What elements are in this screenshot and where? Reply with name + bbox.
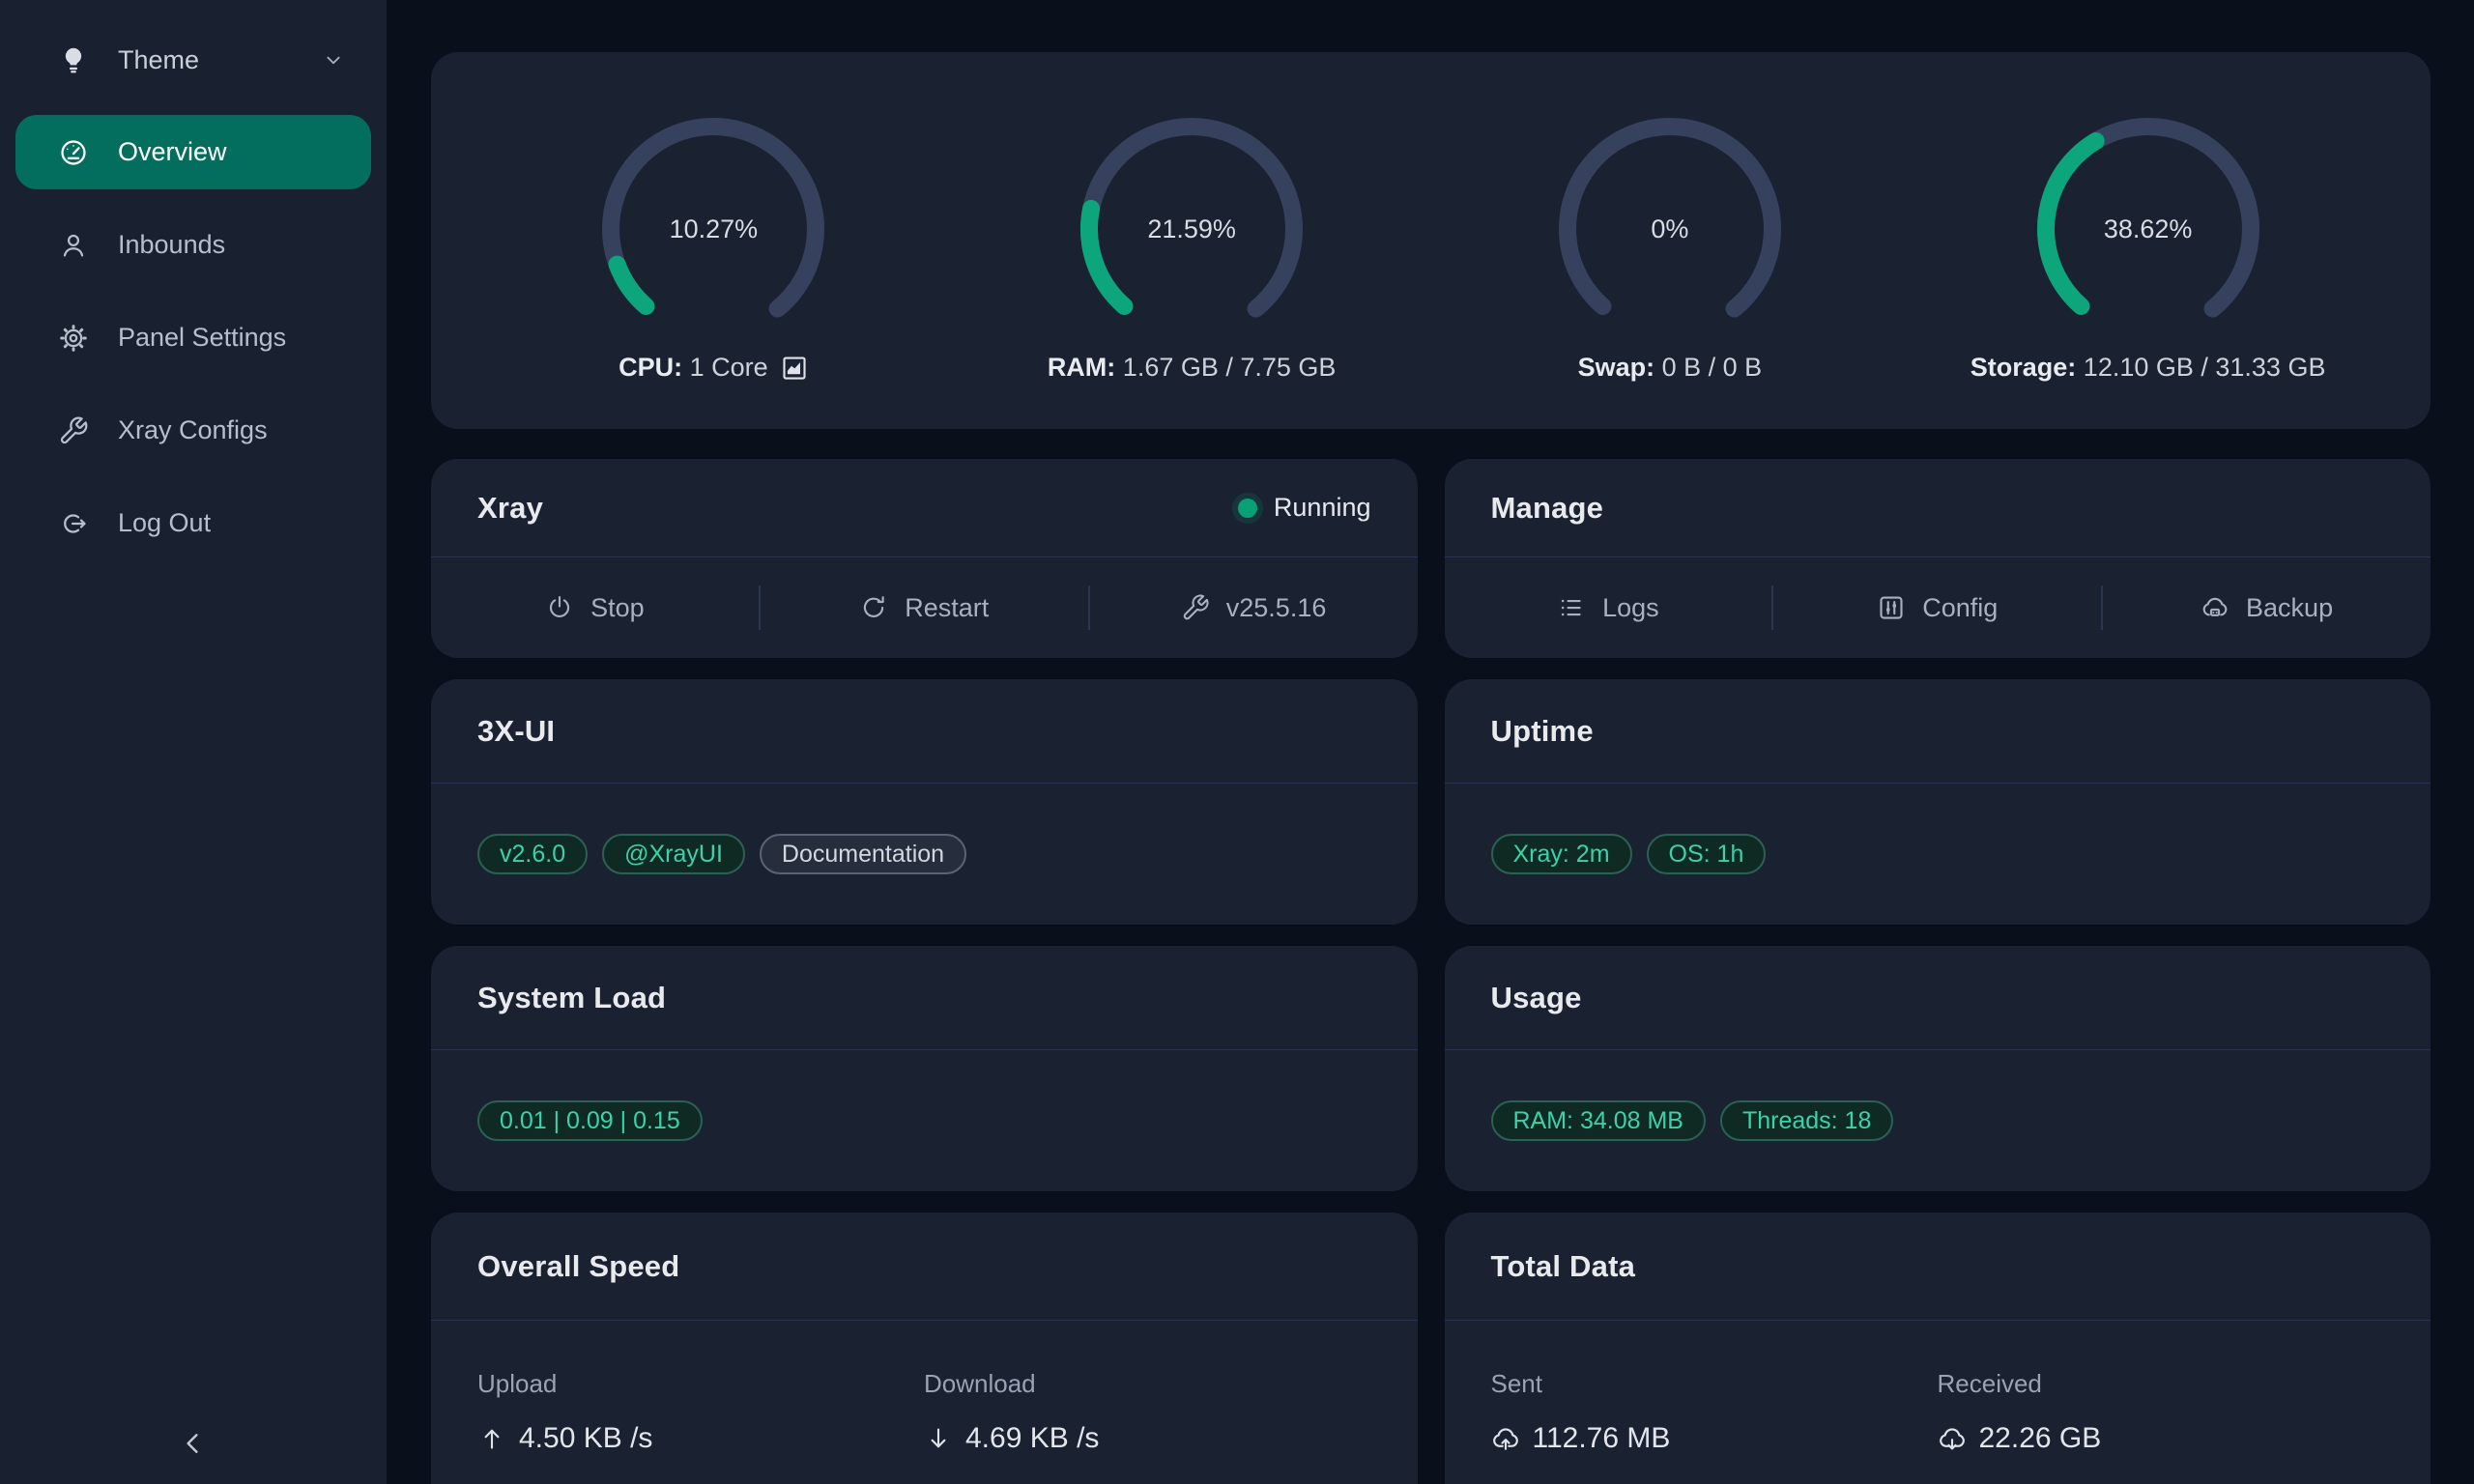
xui-card: 3X-UI v2.6.0 @XrayUI Documentation — [431, 679, 1418, 925]
area-chart-icon[interactable] — [780, 354, 809, 383]
gauge-storage-percent: 38.62% — [2032, 113, 2264, 345]
manage-card-title: Manage — [1491, 491, 1604, 526]
chevron-down-icon — [321, 47, 346, 72]
xray-restart-button[interactable]: Restart — [761, 557, 1088, 658]
overall-speed-card: Overall Speed Upload 4.50 KB /s Download 4.… — [431, 1213, 1418, 1484]
arrow-up-icon — [477, 1424, 506, 1453]
xray-version-button[interactable]: v25.5.16 — [1090, 557, 1418, 658]
sidebar-item-label: Inbounds — [118, 230, 225, 260]
total-data-card-title: Total Data — [1491, 1249, 1636, 1284]
list-icon — [1557, 593, 1586, 622]
system-load-tag: 0.01 | 0.09 | 0.15 — [477, 1100, 703, 1141]
logout-icon — [58, 508, 89, 539]
sidebar-item-inbounds[interactable]: Inbounds — [15, 208, 371, 282]
stat-value: 112.76 MB — [1533, 1422, 1671, 1455]
manage-logs-button[interactable]: Logs — [1445, 557, 1772, 658]
dashboard-icon — [58, 137, 89, 168]
gauge-ram-percent: 21.59% — [1076, 113, 1308, 345]
chevron-left-icon — [177, 1427, 210, 1465]
sidebar-nav: Overview Inbounds Panel Settings Xray Confi… — [0, 115, 387, 560]
xray-stop-button[interactable]: Stop — [431, 557, 759, 658]
action-label: Stop — [590, 593, 645, 623]
gear-icon — [58, 323, 89, 354]
sidebar: Theme Overview Inbounds Panel Settings Xray… — [0, 0, 387, 1484]
data-sent-stat: Sent 112.76 MB — [1491, 1369, 1938, 1455]
overall-speed-card-title: Overall Speed — [477, 1249, 679, 1284]
cloud-download-icon — [1938, 1424, 1967, 1453]
action-label: Backup — [2246, 593, 2333, 623]
gauge-swap-label: Swap: 0 B / 0 B — [1578, 353, 1763, 383]
sidebar-item-label: Xray Configs — [118, 415, 268, 445]
stat-label: Upload — [477, 1369, 924, 1399]
manage-config-button[interactable]: Config — [1773, 557, 2101, 658]
system-load-card: System Load 0.01 | 0.09 | 0.15 — [431, 946, 1418, 1191]
gauge-ram: 21.59% RAM: 1.67 GB / 7.75 GB — [953, 52, 1431, 429]
cloud-server-icon — [2201, 593, 2229, 622]
power-icon — [545, 593, 574, 622]
bulb-icon — [58, 44, 89, 75]
status-dot — [1238, 499, 1257, 518]
sidebar-item-log-out[interactable]: Log Out — [15, 486, 371, 560]
main-content: 10.27% CPU: 1 Core 21.59% RAM: 1.67 GB / 7.… — [387, 0, 2474, 1484]
manage-card: Manage Logs Config Backup — [1445, 459, 2431, 658]
xui-tag[interactable]: @XrayUI — [602, 834, 745, 874]
sidebar-item-label: Log Out — [118, 508, 211, 538]
action-label: Config — [1922, 593, 1998, 623]
wrench-icon — [58, 415, 89, 446]
wrench-icon — [1181, 593, 1210, 622]
gauge-swap-percent: 0% — [1554, 113, 1786, 345]
gauge-ram-label: RAM: 1.67 GB / 7.75 GB — [1048, 353, 1337, 383]
action-label: v25.5.16 — [1226, 593, 1327, 623]
uptime-tag: Xray: 2m — [1491, 834, 1632, 874]
sidebar-item-label: Panel Settings — [118, 323, 286, 353]
uptime-tag: OS: 1h — [1647, 834, 1767, 874]
action-label: Restart — [905, 593, 989, 623]
sidebar-item-xray-configs[interactable]: Xray Configs — [15, 393, 371, 468]
sidebar-item-panel-settings[interactable]: Panel Settings — [15, 300, 371, 375]
stat-value: 4.69 KB /s — [965, 1422, 1099, 1455]
sidebar-item-label: Overview — [118, 137, 227, 167]
usage-card: Usage RAM: 34.08 MB Threads: 18 — [1445, 946, 2431, 1191]
uptime-card: Uptime Xray: 2m OS: 1h — [1445, 679, 2431, 925]
control-icon — [1877, 593, 1906, 622]
usage-tag: Threads: 18 — [1720, 1100, 1893, 1141]
manage-backup-button[interactable]: Backup — [2103, 557, 2431, 658]
stat-label: Sent — [1491, 1369, 1938, 1399]
stat-value: 4.50 KB /s — [519, 1422, 652, 1455]
xui-tag[interactable]: v2.6.0 — [477, 834, 588, 874]
gauge-cpu-percent: 10.27% — [597, 113, 829, 345]
total-data-card: Total Data Sent 112.76 MB Received 22.26 GB — [1445, 1213, 2431, 1484]
gauge-storage-label: Storage: 12.10 GB / 31.33 GB — [1971, 353, 2326, 383]
stat-label: Received — [1938, 1369, 2385, 1399]
speed-download-stat: Download 4.69 KB /s — [924, 1369, 1371, 1455]
cloud-upload-icon — [1491, 1424, 1520, 1453]
gauge-swap: 0% Swap: 0 B / 0 B — [1431, 52, 1910, 429]
uptime-card-title: Uptime — [1491, 714, 1594, 749]
gauge-cpu-label: CPU: 1 Core — [618, 353, 809, 383]
theme-label: Theme — [118, 45, 321, 75]
action-label: Logs — [1602, 593, 1659, 623]
xray-card: Xray Running Stop Restart v25.5.16 — [431, 459, 1418, 658]
reload-icon — [859, 593, 888, 622]
xray-status-label: Running — [1274, 493, 1371, 523]
system-load-card-title: System Load — [477, 981, 666, 1015]
user-icon — [58, 230, 89, 261]
speed-upload-stat: Upload 4.50 KB /s — [477, 1369, 924, 1455]
gauge-storage: 38.62% Storage: 12.10 GB / 31.33 GB — [1909, 52, 2387, 429]
xui-tag[interactable]: Documentation — [760, 834, 966, 874]
usage-card-title: Usage — [1491, 981, 1582, 1015]
data-received-stat: Received 22.26 GB — [1938, 1369, 2385, 1455]
theme-selector[interactable]: Theme — [15, 23, 371, 97]
xray-card-title: Xray — [477, 491, 543, 526]
sidebar-collapse-button[interactable] — [0, 1427, 387, 1465]
stat-label: Download — [924, 1369, 1371, 1399]
stat-value: 22.26 GB — [1979, 1422, 2102, 1455]
xui-card-title: 3X-UI — [477, 714, 555, 749]
sidebar-item-overview[interactable]: Overview — [15, 115, 371, 189]
usage-tag: RAM: 34.08 MB — [1491, 1100, 1706, 1141]
arrow-down-icon — [924, 1424, 953, 1453]
gauge-cpu: 10.27% CPU: 1 Core — [475, 52, 953, 429]
system-stats-card: 10.27% CPU: 1 Core 21.59% RAM: 1.67 GB / 7.… — [431, 52, 2431, 429]
xray-status-badge: Running — [1238, 493, 1371, 523]
